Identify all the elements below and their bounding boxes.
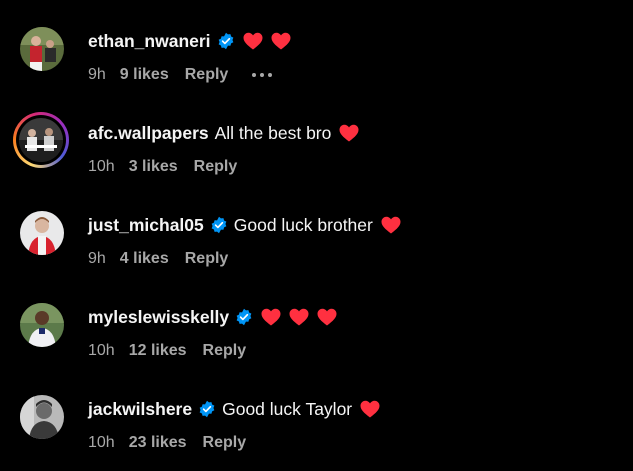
- comment-item: afc.wallpapers All the best bro 10h 3 li…: [0, 92, 633, 184]
- comment-time: 10h: [88, 158, 115, 175]
- verified-badge-icon: [217, 32, 235, 50]
- likes-count[interactable]: 23 likes: [129, 434, 187, 452]
- username[interactable]: afc.wallpapers: [88, 123, 209, 144]
- avatar[interactable]: [20, 303, 64, 347]
- reply-button[interactable]: Reply: [194, 158, 238, 176]
- heart-emoji-icon: [360, 400, 380, 418]
- heart-emoji-icon: [381, 216, 401, 234]
- avatar[interactable]: [20, 211, 64, 255]
- username[interactable]: just_michal05: [88, 215, 204, 236]
- likes-count[interactable]: 12 likes: [129, 342, 187, 360]
- comment-item: jackwilshere Good luck Taylor 10h 23 lik…: [0, 368, 633, 460]
- username[interactable]: jackwilshere: [88, 399, 192, 420]
- heart-emoji-icon: [243, 32, 263, 50]
- likes-count[interactable]: 3 likes: [129, 158, 178, 176]
- likes-count[interactable]: 4 likes: [120, 250, 169, 268]
- comment-time: 10h: [88, 342, 115, 359]
- comment-text: All the best bro: [214, 122, 332, 143]
- heart-emoji-icon: [317, 308, 337, 326]
- likes-count[interactable]: 9 likes: [120, 66, 169, 84]
- comment-text: Good luck brother: [233, 214, 373, 235]
- more-options-icon[interactable]: [252, 73, 273, 77]
- username[interactable]: ethan_nwaneri: [88, 31, 211, 52]
- comment-text: Good luck Taylor: [222, 398, 353, 419]
- heart-emoji-icon: [261, 308, 281, 326]
- comment-item: just_michal05 Good luck brother 9h 4 lik…: [0, 184, 633, 276]
- reply-button[interactable]: Reply: [185, 66, 229, 84]
- heart-emoji-icon: [271, 32, 291, 50]
- comment-time: 9h: [88, 66, 106, 83]
- verified-badge-icon: [198, 400, 216, 418]
- username[interactable]: myleslewisskelly: [88, 307, 229, 328]
- comment-time: 9h: [88, 250, 106, 267]
- verified-badge-icon: [210, 216, 228, 234]
- avatar[interactable]: [20, 395, 64, 439]
- avatar[interactable]: [20, 27, 64, 71]
- verified-badge-icon: [235, 308, 253, 326]
- comment-time: 10h: [88, 434, 115, 451]
- comment-item: myleslewisskelly 10h 12 likes Reply: [0, 276, 633, 368]
- heart-emoji-icon: [289, 308, 309, 326]
- reply-button[interactable]: Reply: [185, 250, 229, 268]
- comment-item: ethan_nwaneri 9h 9 likes Reply: [0, 0, 633, 92]
- reply-button[interactable]: Reply: [203, 342, 247, 360]
- avatar[interactable]: [13, 112, 69, 168]
- reply-button[interactable]: Reply: [203, 434, 247, 452]
- heart-emoji-icon: [339, 124, 359, 142]
